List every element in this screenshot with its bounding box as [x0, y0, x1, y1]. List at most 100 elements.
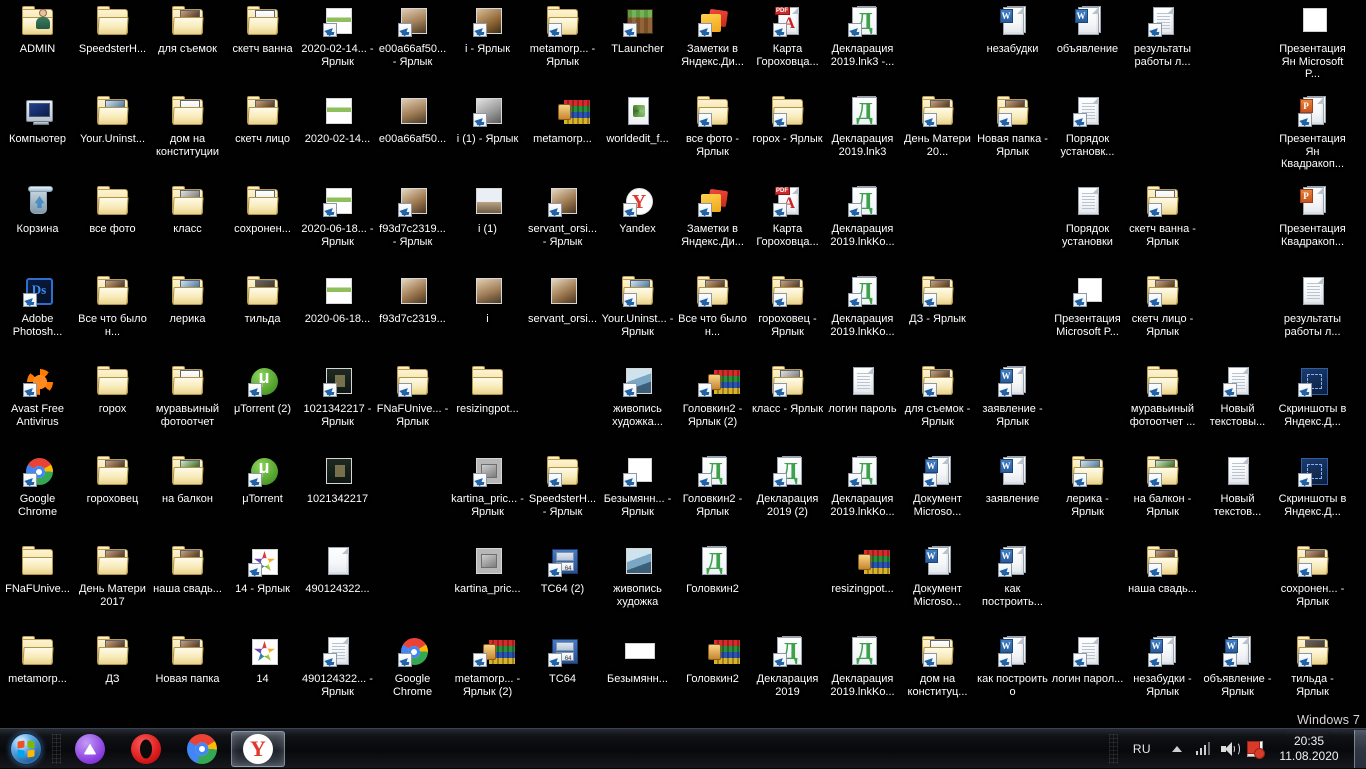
desktop-icon[interactable]: Yandex — [600, 184, 675, 236]
show-hidden-icons-chevron-icon[interactable] — [1166, 737, 1188, 761]
desktop-icon[interactable]: тильда — [225, 274, 300, 326]
desktop-icon[interactable]: metamorp... - Ярлык (2) — [450, 634, 525, 698]
desktop-icon[interactable]: FNaFUnive... - Ярлык — [375, 364, 450, 428]
desktop-icon[interactable]: Wзаявление - Ярлык — [975, 364, 1050, 428]
desktop-icon[interactable]: Декларация 2019.lnkKo... — [825, 274, 900, 338]
desktop-icon[interactable]: Корзина — [0, 184, 75, 236]
desktop-icon[interactable]: Скриншоты в Яндекс.Д... — [1275, 364, 1350, 428]
desktop-icon[interactable]: e00a66af50... - Ярлык — [375, 4, 450, 68]
desktop-icon[interactable]: для съемок — [150, 4, 225, 56]
desktop-icon[interactable]: дом на конституц... — [900, 634, 975, 698]
start-button[interactable] — [2, 730, 50, 768]
desktop-icon[interactable]: Декларация 2019.lnkKo... — [825, 634, 900, 698]
desktop-icon[interactable]: Wзаявление — [975, 454, 1050, 506]
desktop-icon[interactable]: FNaFUnive... — [0, 544, 75, 596]
desktop-icon[interactable]: результаты работы л... — [1275, 274, 1350, 338]
action-center-flag-icon[interactable] — [1244, 737, 1266, 761]
desktop-icon[interactable]: i — [450, 274, 525, 326]
desktop-icon[interactable]: μTorrent (2) — [225, 364, 300, 416]
desktop-icon[interactable]: servant_orsi... — [525, 274, 600, 326]
desktop-icon[interactable]: горох - Ярлык — [750, 94, 825, 146]
desktop-icon[interactable]: Головкин2 - Ярлык (2) — [675, 364, 750, 428]
desktop-icon[interactable]: Заметки в Яндекс.Ди... — [675, 4, 750, 68]
desktop-icon[interactable]: 14 — [225, 634, 300, 686]
desktop-icon[interactable]: скетч ванна - Ярлык — [1125, 184, 1200, 248]
desktop-icon[interactable]: все фото - Ярлык — [675, 94, 750, 158]
desktop-icon[interactable]: Новый текстов... — [1200, 454, 1275, 518]
desktop-icon[interactable]: Google Chrome — [375, 634, 450, 698]
desktop-icon[interactable]: metamorp... — [525, 94, 600, 146]
desktop-icon[interactable]: Декларация 2019.lnk3 — [825, 94, 900, 158]
language-indicator[interactable]: RU — [1126, 739, 1158, 759]
desktop-icon[interactable]: WДокумент Microso... — [900, 544, 975, 608]
desktop-icon[interactable]: логин парол... — [1050, 634, 1125, 686]
desktop-icon[interactable]: 1021342217 — [300, 454, 375, 506]
desktop-icon[interactable]: 2020-02-14... - Ярлык — [300, 4, 375, 68]
desktop-icon[interactable]: Безымянн... — [600, 634, 675, 686]
desktop-icon[interactable]: Все что было н... — [675, 274, 750, 338]
desktop-icon[interactable]: Презентация Microsoft P... — [1050, 274, 1125, 338]
desktop-icon[interactable]: Wкак построить о — [975, 634, 1050, 698]
desktop-icon[interactable]: 64TC64 (2) — [525, 544, 600, 596]
desktop-icon[interactable]: e00a66af50... — [375, 94, 450, 146]
desktop-icon[interactable]: resizingpot... — [825, 544, 900, 596]
desktop-icon[interactable]: ДЗ — [75, 634, 150, 686]
desktop-icon[interactable]: Головкин2 - Ярлык — [675, 454, 750, 518]
desktop-icon[interactable]: Avast Free Antivirus — [0, 364, 75, 428]
desktop-icon[interactable]: Wнезабудки - Ярлык — [1125, 634, 1200, 698]
desktop-surface[interactable]: ADMINSpeedsterH...для съемокскетч ванна2… — [0, 0, 1366, 728]
desktop-icon[interactable]: f93d7c2319... — [375, 274, 450, 326]
desktop-icon[interactable]: Новая папка - Ярлык — [975, 94, 1050, 158]
desktop-icon[interactable]: μTorrent — [225, 454, 300, 506]
desktop-icon[interactable]: Your.Uninst... — [75, 94, 150, 146]
desktop-icon[interactable]: Порядок установк... — [1050, 94, 1125, 158]
desktop-icon[interactable]: 1021342217 - Ярлык — [300, 364, 375, 428]
desktop-icon[interactable]: SpeedsterH... - Ярлык — [525, 454, 600, 518]
desktop-icon[interactable]: 14 - Ярлык — [225, 544, 300, 596]
chrome-taskbar-button[interactable] — [175, 731, 229, 767]
desktop-icon[interactable]: Декларация 2019.lnk3 -... — [825, 4, 900, 68]
desktop-icon[interactable]: сохронен... — [225, 184, 300, 236]
desktop-icon[interactable]: Your.Uninst... - Ярлык — [600, 274, 675, 338]
desktop-icon[interactable]: 64TC64 — [525, 634, 600, 686]
desktop-icon[interactable]: сохронен... - Ярлык — [1275, 544, 1350, 608]
desktop-icon[interactable]: WДокумент Microso... — [900, 454, 975, 518]
clock[interactable]: 20:35 11.08.2020 — [1268, 734, 1352, 764]
desktop-icon[interactable]: metamorp... — [0, 634, 75, 686]
desktop-icon[interactable]: Скриншоты в Яндекс.Д... — [1275, 454, 1350, 518]
desktop-icon[interactable]: PDFAКарта Гороховца... — [750, 4, 825, 68]
volume-icon[interactable] — [1218, 737, 1240, 761]
desktop-icon[interactable]: 2020-06-18... - Ярлык — [300, 184, 375, 248]
desktop-icon[interactable]: PDFAКарта Гороховца... — [750, 184, 825, 248]
taskbar[interactable]: RU 20:35 11.08.2020 — [0, 728, 1366, 768]
desktop-icon[interactable]: День Матери 2017 — [75, 544, 150, 608]
desktop-icon[interactable]: наша свадь... — [150, 544, 225, 596]
desktop-icon[interactable]: i - Ярлык — [450, 4, 525, 56]
desktop-icon[interactable]: лерика - Ярлык — [1050, 454, 1125, 518]
desktop-icon[interactable]: Головкин2 — [675, 544, 750, 596]
desktop-icon[interactable]: класс - Ярлык — [750, 364, 825, 416]
desktop-icon[interactable]: муравьиный фотоотчет — [150, 364, 225, 428]
desktop-icon[interactable]: PПрезентация Ян Квадракоп... — [1275, 94, 1350, 171]
desktop-icon[interactable]: i (1) — [450, 184, 525, 236]
desktop-icon[interactable]: f93d7c2319... - Ярлык — [375, 184, 450, 248]
desktop-icon[interactable]: муравьиный фотоотчет ... — [1125, 364, 1200, 428]
desktop-icon[interactable]: Декларация 2019.lnkKo... — [825, 184, 900, 248]
opera-taskbar-button[interactable] — [119, 731, 173, 767]
desktop-icon[interactable]: Wнезабудки — [975, 4, 1050, 56]
desktop-icon[interactable]: Новый текстовы... — [1200, 364, 1275, 428]
desktop-icon[interactable]: servant_orsi... - Ярлык — [525, 184, 600, 248]
desktop-icon[interactable]: все фото — [75, 184, 150, 236]
desktop-icon[interactable]: i (1) - Ярлык — [450, 94, 525, 146]
desktop-icon[interactable]: Google Chrome — [0, 454, 75, 518]
desktop-icon[interactable]: metamorp... - Ярлык — [525, 4, 600, 68]
alice-taskbar-button[interactable] — [63, 731, 117, 767]
desktop-icon[interactable]: Головкин2 — [675, 634, 750, 686]
desktop-icon[interactable]: гороховец - Ярлык — [750, 274, 825, 338]
desktop-icon[interactable]: Заметки в Яндекс.Ди... — [675, 184, 750, 248]
desktop-icon[interactable]: тильда - Ярлык — [1275, 634, 1350, 698]
desktop-icon[interactable]: наша свадь... — [1125, 544, 1200, 596]
desktop-icon[interactable]: Порядок установки — [1050, 184, 1125, 248]
desktop-icon[interactable]: Wобъявление — [1050, 4, 1125, 56]
desktop-icon[interactable]: класс — [150, 184, 225, 236]
